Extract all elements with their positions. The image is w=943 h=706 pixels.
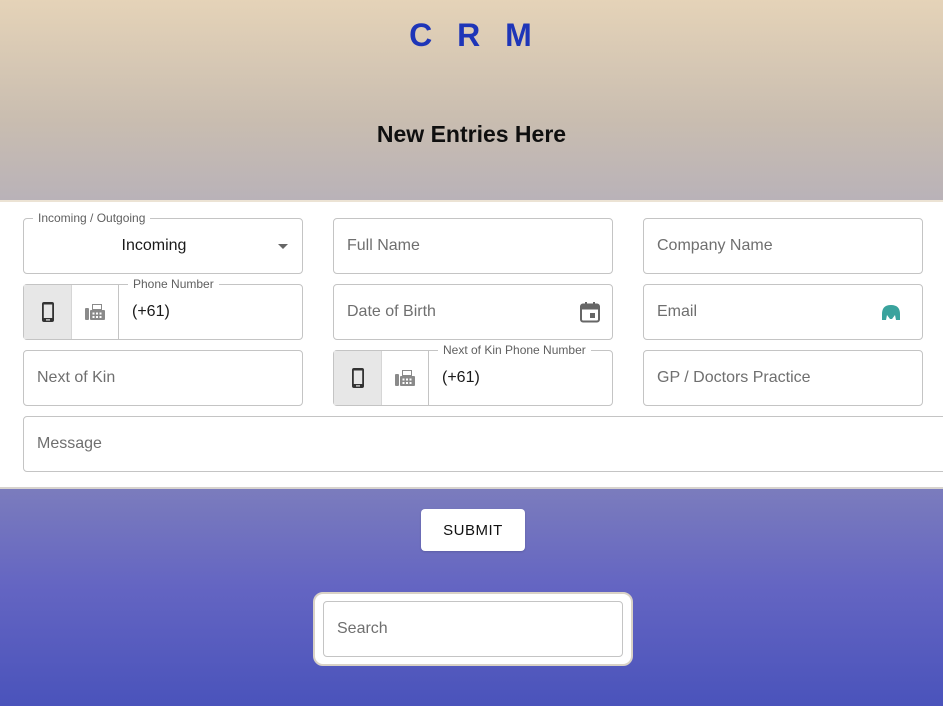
search-card: Search bbox=[313, 592, 633, 666]
kin-phone-number-field[interactable]: Next of Kin Phone Number (+61) bbox=[428, 343, 613, 406]
company-name-field[interactable]: Company Name bbox=[643, 218, 923, 274]
phone-type-toggle bbox=[23, 284, 118, 340]
next-of-kin-placeholder: Next of Kin bbox=[37, 369, 116, 386]
page-subtitle: New Entries Here bbox=[376, 121, 567, 147]
chevron-down-icon bbox=[278, 244, 288, 249]
company-name-placeholder: Company Name bbox=[657, 237, 773, 254]
phone-fax-toggle[interactable] bbox=[71, 285, 118, 339]
gp-practice-placeholder: GP / Doctors Practice bbox=[657, 369, 811, 386]
phone-number-field[interactable]: Phone Number (+61) bbox=[118, 277, 303, 340]
fax-icon bbox=[85, 304, 105, 320]
message-placeholder: Message bbox=[37, 435, 102, 452]
mobile-icon bbox=[41, 302, 54, 322]
email-field[interactable]: Email bbox=[643, 284, 923, 340]
submit-button[interactable]: SUBMIT bbox=[421, 509, 525, 551]
kin-phone-type-toggle bbox=[333, 350, 428, 406]
search-placeholder: Search bbox=[337, 620, 388, 637]
date-of-birth-field[interactable]: Date of Birth bbox=[333, 284, 613, 340]
direction-select[interactable]: Incoming / Outgoing Incoming bbox=[23, 211, 303, 274]
brand-title: C R M bbox=[409, 17, 540, 53]
kin-phone-number-value: (+61) bbox=[442, 369, 480, 386]
calendar-icon[interactable] bbox=[579, 301, 601, 323]
date-of-birth-placeholder: Date of Birth bbox=[347, 303, 436, 320]
entry-form: Incoming / Outgoing Incoming Full Name C… bbox=[0, 200, 943, 489]
email-placeholder: Email bbox=[657, 303, 698, 320]
extension-icon[interactable] bbox=[880, 301, 902, 323]
search-input[interactable]: Search bbox=[323, 601, 623, 657]
kin-phone-mobile-toggle[interactable] bbox=[334, 351, 381, 405]
fax-icon bbox=[395, 370, 415, 386]
phone-number-value: (+61) bbox=[132, 303, 170, 320]
kin-phone-fax-toggle[interactable] bbox=[381, 351, 428, 405]
full-name-field[interactable]: Full Name bbox=[333, 218, 613, 274]
direction-value: Incoming bbox=[121, 237, 187, 254]
header: C R M New Entries Here bbox=[0, 0, 943, 200]
actions-area: SUBMIT Search bbox=[0, 489, 943, 706]
gp-practice-field[interactable]: GP / Doctors Practice bbox=[643, 350, 923, 406]
phone-mobile-toggle[interactable] bbox=[24, 285, 71, 339]
mobile-icon bbox=[351, 368, 364, 388]
next-of-kin-field[interactable]: Next of Kin bbox=[23, 350, 303, 406]
message-field[interactable]: Message bbox=[23, 416, 943, 472]
full-name-placeholder: Full Name bbox=[347, 237, 420, 254]
